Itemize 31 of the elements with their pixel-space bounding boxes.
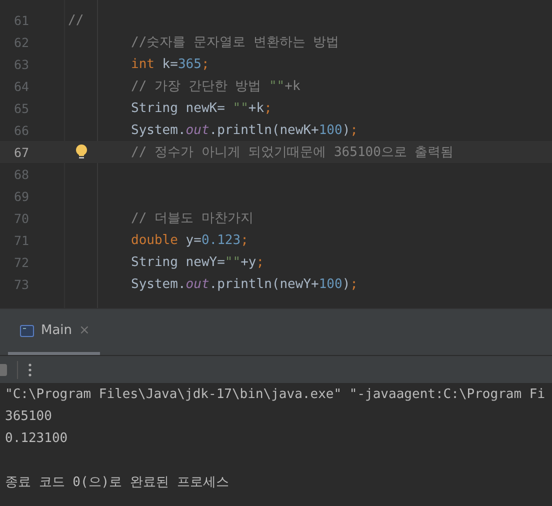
console-icon [20, 324, 34, 336]
lightbulb-icon[interactable] [75, 144, 88, 160]
code-line: int k=365; [131, 56, 210, 72]
code-line: //숫자를 문자열로 변환하는 방법 [131, 34, 340, 51]
code-line: // 가장 간단한 방법 ""+k [131, 78, 300, 95]
line-number: 65 [12, 100, 29, 116]
code-line: double y=0.123; [131, 232, 248, 248]
line-number: 70 [12, 210, 29, 226]
code-line: // 정수가 아니게 되었기때문에 365100으로 출력됨 [131, 144, 454, 161]
line-number: 73 [12, 276, 29, 292]
code-line: String newK= ""+k; [131, 100, 272, 116]
console-line: 365100 [5, 408, 53, 426]
line-number: 67 [12, 144, 29, 160]
line-number: 68 [12, 166, 29, 182]
line-number: 69 [12, 188, 29, 204]
code-line: System.out.println(newK+100); [131, 122, 358, 138]
line-number: 71 [12, 232, 29, 248]
line-number: 63 [12, 56, 29, 72]
code-line: // [68, 12, 84, 28]
line-number: 64 [12, 78, 29, 94]
code-line: System.out.println(newY+100); [131, 276, 358, 292]
console-line: 0.123100 [5, 430, 69, 448]
console-command: "C:\Program Files\Java\jdk-17\bin\java.exe" "-javaagent:C:\Program Fi [5, 386, 546, 404]
code-line: // 더블도 마찬가지 [131, 210, 254, 227]
code-line: String newY=""+y; [131, 254, 264, 270]
exit-message: 종료 코드 0(으)로 완료된 프로세스 [5, 474, 230, 492]
more-options-icon[interactable] [28, 362, 32, 376]
line-number: 62 [12, 34, 29, 50]
line-number: 72 [12, 254, 29, 270]
line-number: 66 [12, 122, 29, 138]
line-number: 61 [12, 12, 29, 28]
